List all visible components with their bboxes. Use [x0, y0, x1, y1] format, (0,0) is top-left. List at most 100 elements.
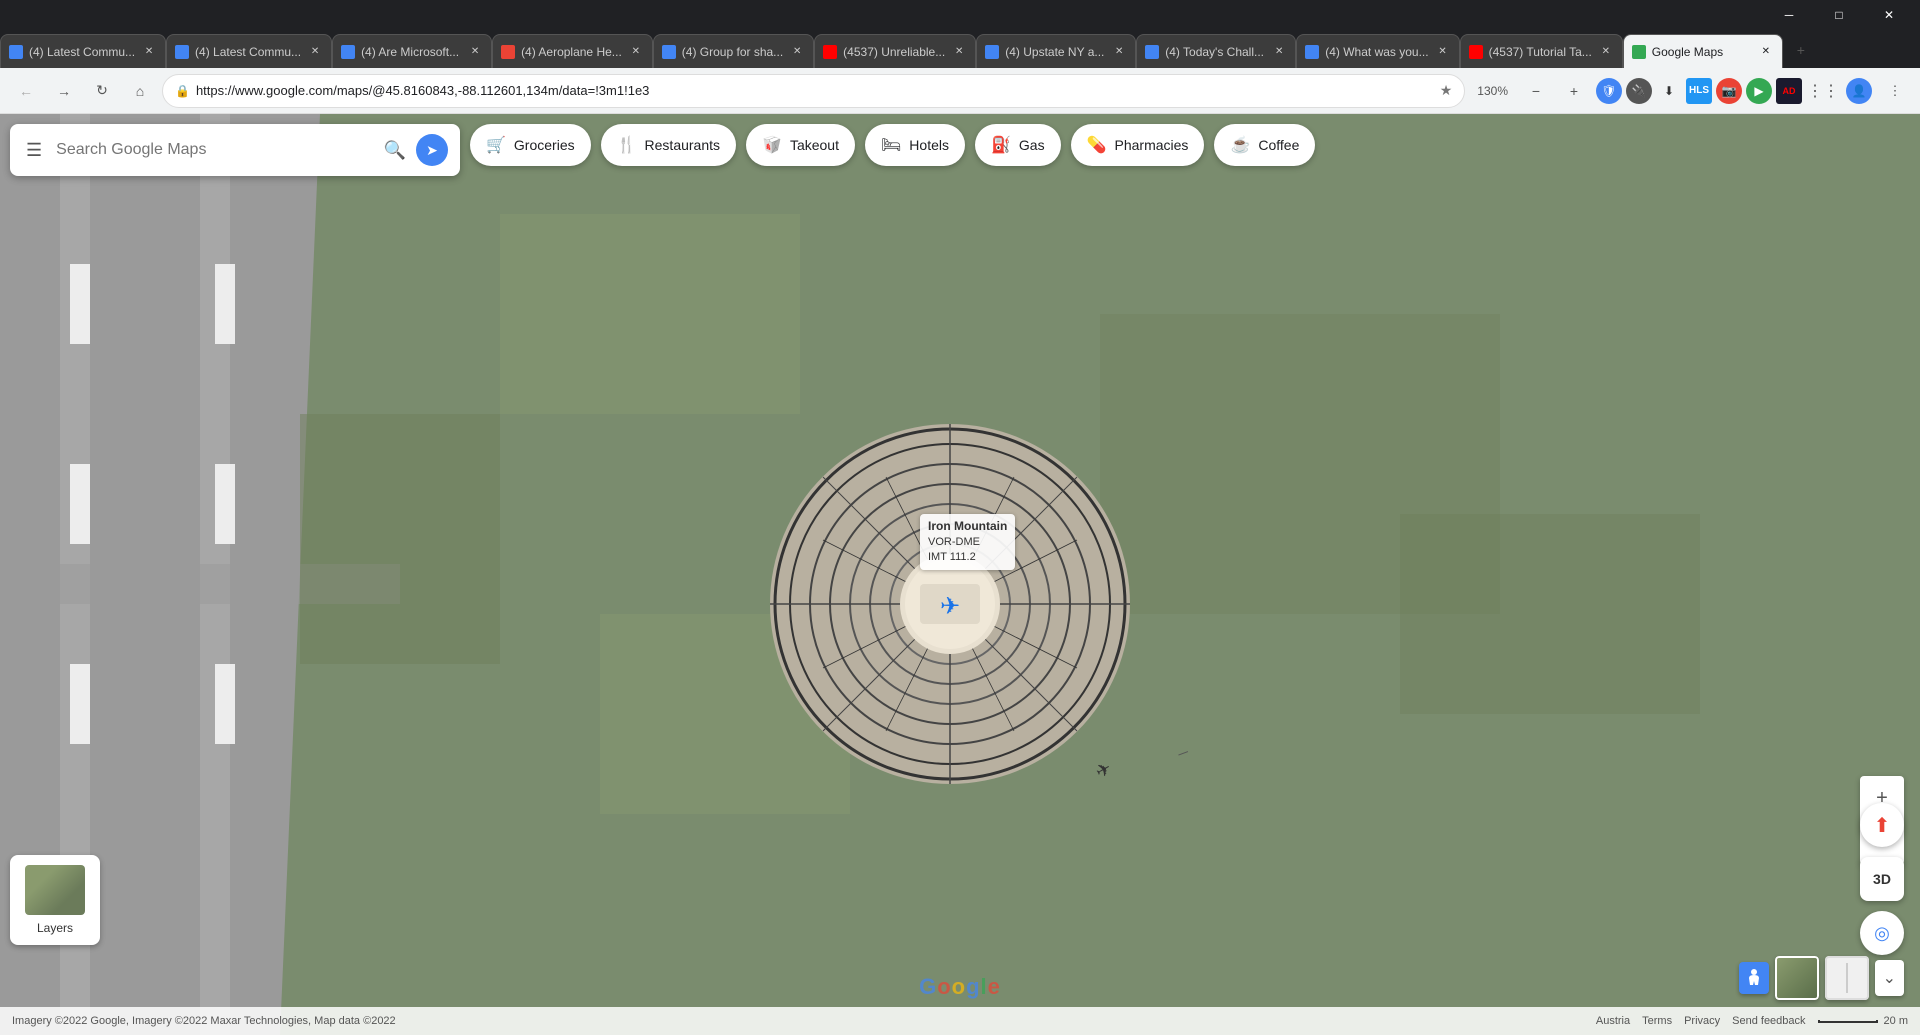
ext-5[interactable]: 📷	[1716, 78, 1742, 104]
road-line	[1846, 963, 1848, 993]
pill-takeout[interactable]: 🥡 Takeout	[746, 124, 855, 166]
tab-10-favicon	[1469, 45, 1483, 59]
tab-3[interactable]: (4) Are Microsoft... ✕	[332, 34, 492, 68]
ext-2[interactable]: 🔌	[1626, 78, 1652, 104]
restaurants-icon: 🍴	[617, 135, 637, 155]
back-btn[interactable]: ←	[10, 75, 42, 107]
attribution-terms[interactable]: Terms	[1642, 1015, 1672, 1027]
directions-btn[interactable]: ➤	[416, 134, 448, 166]
search-input[interactable]	[56, 141, 373, 159]
tab-3-favicon	[341, 45, 355, 59]
tab-11-close[interactable]: ✕	[1758, 44, 1774, 60]
logo-o1: o	[937, 974, 951, 999]
svg-text:✈: ✈	[1092, 758, 1115, 783]
new-tab-btn[interactable]: +	[1787, 36, 1815, 64]
tab-7-close[interactable]: ✕	[1111, 44, 1127, 60]
map-type-roads[interactable]	[1825, 956, 1869, 1000]
tab-8[interactable]: (4) Today's Chall... ✕	[1136, 34, 1296, 68]
reload-btn[interactable]: ↻	[86, 75, 118, 107]
coffee-label: Coffee	[1258, 137, 1299, 153]
tab-2-close[interactable]: ✕	[307, 44, 323, 60]
tab-5[interactable]: (4) Group for sha... ✕	[653, 34, 814, 68]
tab-11[interactable]: Google Maps ✕	[1623, 34, 1783, 68]
tab-11-favicon	[1632, 45, 1646, 59]
vor-freq: IMT 111.2	[928, 550, 1007, 565]
map-type-satellite[interactable]	[1775, 956, 1819, 1000]
expand-btn[interactable]: ⌄	[1875, 960, 1904, 996]
tab-9-title: (4) What was you...	[1325, 45, 1428, 59]
apps-btn[interactable]: ⋮⋮	[1808, 76, 1838, 106]
hamburger-menu-btn[interactable]: ☰	[22, 136, 46, 165]
address-text: https://www.google.com/maps/@45.8160843,…	[196, 83, 1434, 98]
bookmark-icon[interactable]: ★	[1440, 82, 1453, 99]
category-pills: 🛒 Groceries 🍴 Restaurants 🥡 Takeout 🛏 Ho…	[470, 124, 1860, 166]
map-background: ✈ ✈ ─	[0, 114, 1920, 1035]
street-view-pegman[interactable]	[1739, 962, 1769, 994]
maps-container: ✈ ✈ ─ ☰ 🔍 ➤ 🛒 Groceries 🍴 Restaurants 🥡 …	[0, 114, 1920, 1035]
tab-1-close[interactable]: ✕	[141, 44, 157, 60]
tab-5-close[interactable]: ✕	[789, 44, 805, 60]
satellite-btn-thumb	[1775, 956, 1819, 1000]
tab-7-favicon	[985, 45, 999, 59]
tab-2[interactable]: (4) Latest Commu... ✕	[166, 34, 332, 68]
ext-4[interactable]: HLS	[1686, 78, 1712, 104]
pill-hotels[interactable]: 🛏 Hotels	[865, 124, 965, 166]
my-location-btn[interactable]: ◎	[1860, 911, 1904, 955]
send-feedback-link[interactable]: Send feedback	[1732, 1015, 1805, 1027]
zoom-out-btn[interactable]: −	[1520, 75, 1552, 107]
pill-groceries[interactable]: 🛒 Groceries	[470, 124, 591, 166]
tab-4-close[interactable]: ✕	[628, 44, 644, 60]
ext-1[interactable]: 🛡	[1596, 78, 1622, 104]
tab-4[interactable]: (4) Aeroplane He... ✕	[492, 34, 653, 68]
address-bar[interactable]: 🔒 https://www.google.com/maps/@45.816084…	[162, 74, 1465, 108]
pill-pharmacies[interactable]: 💊 Pharmacies	[1071, 124, 1205, 166]
scale-bar: 20 m	[1818, 1015, 1908, 1027]
tab-1-favicon	[9, 45, 23, 59]
attribution-austria[interactable]: Austria	[1596, 1015, 1630, 1027]
browser-toolbar: ← → ↻ ⌂ 🔒 https://www.google.com/maps/@4…	[0, 68, 1920, 114]
maximize-btn[interactable]: □	[1816, 0, 1862, 30]
svg-text:─: ─	[1175, 743, 1191, 762]
tab-8-close[interactable]: ✕	[1271, 44, 1287, 60]
search-submit-btn[interactable]: 🔍	[384, 140, 406, 161]
tab-6-close[interactable]: ✕	[951, 44, 967, 60]
minimize-btn[interactable]: ─	[1766, 0, 1812, 30]
lock-icon: 🔒	[175, 84, 190, 98]
pill-restaurants[interactable]: 🍴 Restaurants	[601, 124, 736, 166]
menu-btn[interactable]: ⋮	[1880, 76, 1910, 106]
profile-btn[interactable]: 👤	[1844, 76, 1874, 106]
zoom-in-btn[interactable]: +	[1558, 75, 1590, 107]
close-btn[interactable]: ✕	[1866, 0, 1912, 30]
tab-2-favicon	[175, 45, 189, 59]
tab-10[interactable]: (4537) Tutorial Ta... ✕	[1460, 34, 1623, 68]
forward-btn[interactable]: →	[48, 75, 80, 107]
tab-7[interactable]: (4) Upstate NY a... ✕	[976, 34, 1136, 68]
ext-7[interactable]: AD	[1776, 78, 1802, 104]
logo-g: G	[919, 974, 937, 999]
tab-6[interactable]: (4537) Unreliable... ✕	[814, 34, 976, 68]
pill-gas[interactable]: ⛽ Gas	[975, 124, 1061, 166]
tab-3-title: (4) Are Microsoft...	[361, 45, 461, 59]
groceries-label: Groceries	[514, 137, 575, 153]
tab-10-title: (4537) Tutorial Ta...	[1489, 45, 1592, 59]
layers-btn[interactable]: Layers	[10, 855, 100, 945]
bottom-links: Austria Terms Privacy Send feedback 20 m	[1596, 1015, 1908, 1027]
tab-9[interactable]: (4) What was you... ✕	[1296, 34, 1459, 68]
home-btn[interactable]: ⌂	[124, 75, 156, 107]
tab-9-close[interactable]: ✕	[1435, 44, 1451, 60]
ext-3[interactable]: ⬇	[1656, 78, 1682, 104]
attribution-privacy[interactable]: Privacy	[1684, 1015, 1720, 1027]
zoom-level: 130%	[1471, 76, 1514, 106]
coffee-icon: ☕	[1230, 135, 1250, 155]
tab-10-close[interactable]: ✕	[1598, 44, 1614, 60]
ext-6[interactable]: ▶	[1746, 78, 1772, 104]
tab-3-close[interactable]: ✕	[467, 44, 483, 60]
compass-btn[interactable]: ⬆	[1860, 803, 1904, 847]
pill-coffee[interactable]: ☕ Coffee	[1214, 124, 1315, 166]
tab-1[interactable]: (4) Latest Commu... ✕	[0, 34, 166, 68]
takeout-icon: 🥡	[762, 135, 782, 155]
bottom-bar: Imagery ©2022 Google, Imagery ©2022 Maxa…	[0, 1007, 1920, 1035]
tab-6-title: (4537) Unreliable...	[843, 45, 945, 59]
3d-btn[interactable]: 3D	[1860, 857, 1904, 901]
vor-type: VOR-DME	[928, 535, 1007, 550]
